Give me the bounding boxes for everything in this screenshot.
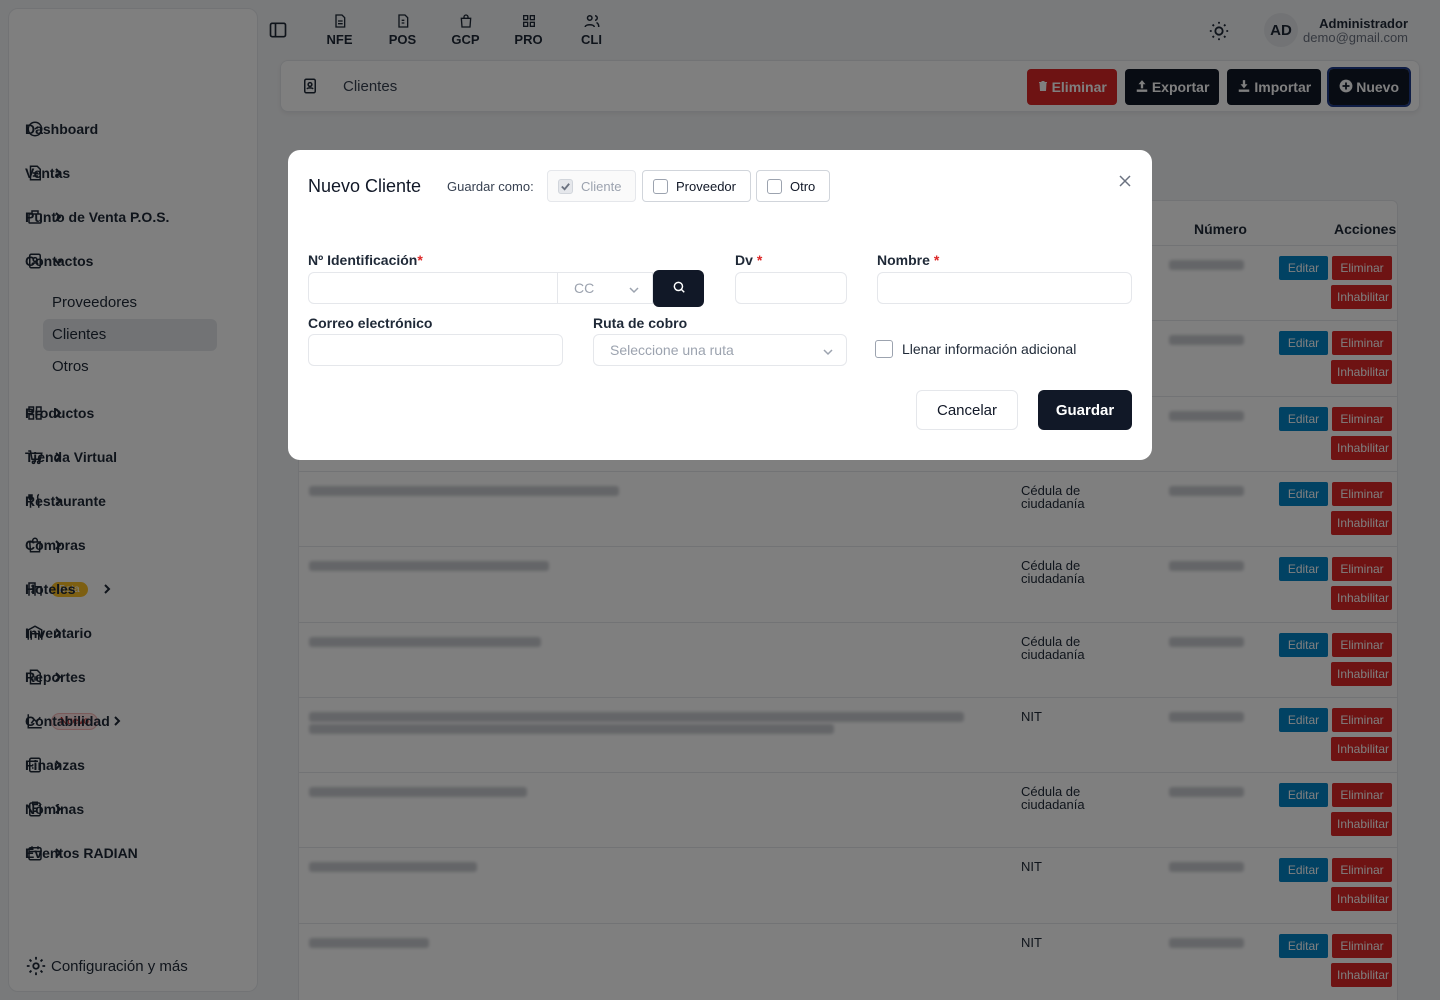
save-button[interactable]: Guardar [1038, 390, 1132, 430]
checkbox-proveedor[interactable]: Proveedor [642, 170, 751, 202]
cancel-button[interactable]: Cancelar [916, 390, 1018, 430]
checkbox-box [875, 340, 893, 358]
checkbox-cliente-label: Cliente [581, 178, 622, 194]
close-icon[interactable] [1118, 174, 1132, 188]
nombre-label-text: Nombre [877, 252, 930, 268]
check-icon [558, 178, 573, 194]
doc-type-select[interactable]: CC [557, 272, 653, 304]
nombre-label: Nombre * [877, 252, 939, 268]
additional-info-label: Llenar información adicional [902, 341, 1077, 357]
dv-label-text: Dv [735, 252, 753, 268]
identificacion-label-text: Nº Identificación [308, 252, 418, 268]
nombre-input[interactable] [877, 272, 1132, 304]
required-mark: * [756, 252, 763, 268]
ruta-select[interactable]: Seleccione una ruta [593, 334, 847, 366]
search-icon [672, 280, 686, 297]
dv-label: Dv * [735, 252, 762, 268]
email-field[interactable] [308, 334, 563, 366]
required-mark: * [417, 252, 423, 268]
identificacion-label: Nº Identificación* [308, 252, 423, 268]
checkbox-box [767, 178, 782, 194]
save-as-label: Guardar como: [447, 179, 534, 194]
identificacion-input[interactable] [308, 272, 558, 304]
dv-input[interactable] [735, 272, 847, 304]
search-button[interactable] [653, 270, 704, 307]
ruta-placeholder: Seleccione una ruta [610, 342, 734, 358]
checkbox-otro[interactable]: Otro [756, 170, 831, 202]
checkbox-otro-label: Otro [790, 178, 816, 194]
chevron-down-icon [822, 345, 834, 357]
correo-label: Correo electrónico [308, 315, 433, 331]
new-client-modal: Nuevo Cliente Guardar como: Cliente Prov… [288, 150, 1152, 460]
additional-info-checkbox[interactable]: Llenar información adicional [875, 340, 1076, 358]
checkbox-box [653, 178, 668, 194]
checkbox-cliente[interactable]: Cliente [547, 170, 637, 202]
doc-type-value: CC [574, 280, 595, 296]
modal-title: Nuevo Cliente [308, 176, 422, 196]
chevron-down-icon [628, 283, 640, 295]
checkbox-proveedor-label: Proveedor [676, 178, 736, 194]
required-mark: * [933, 252, 940, 268]
ruta-label: Ruta de cobro [593, 315, 688, 331]
